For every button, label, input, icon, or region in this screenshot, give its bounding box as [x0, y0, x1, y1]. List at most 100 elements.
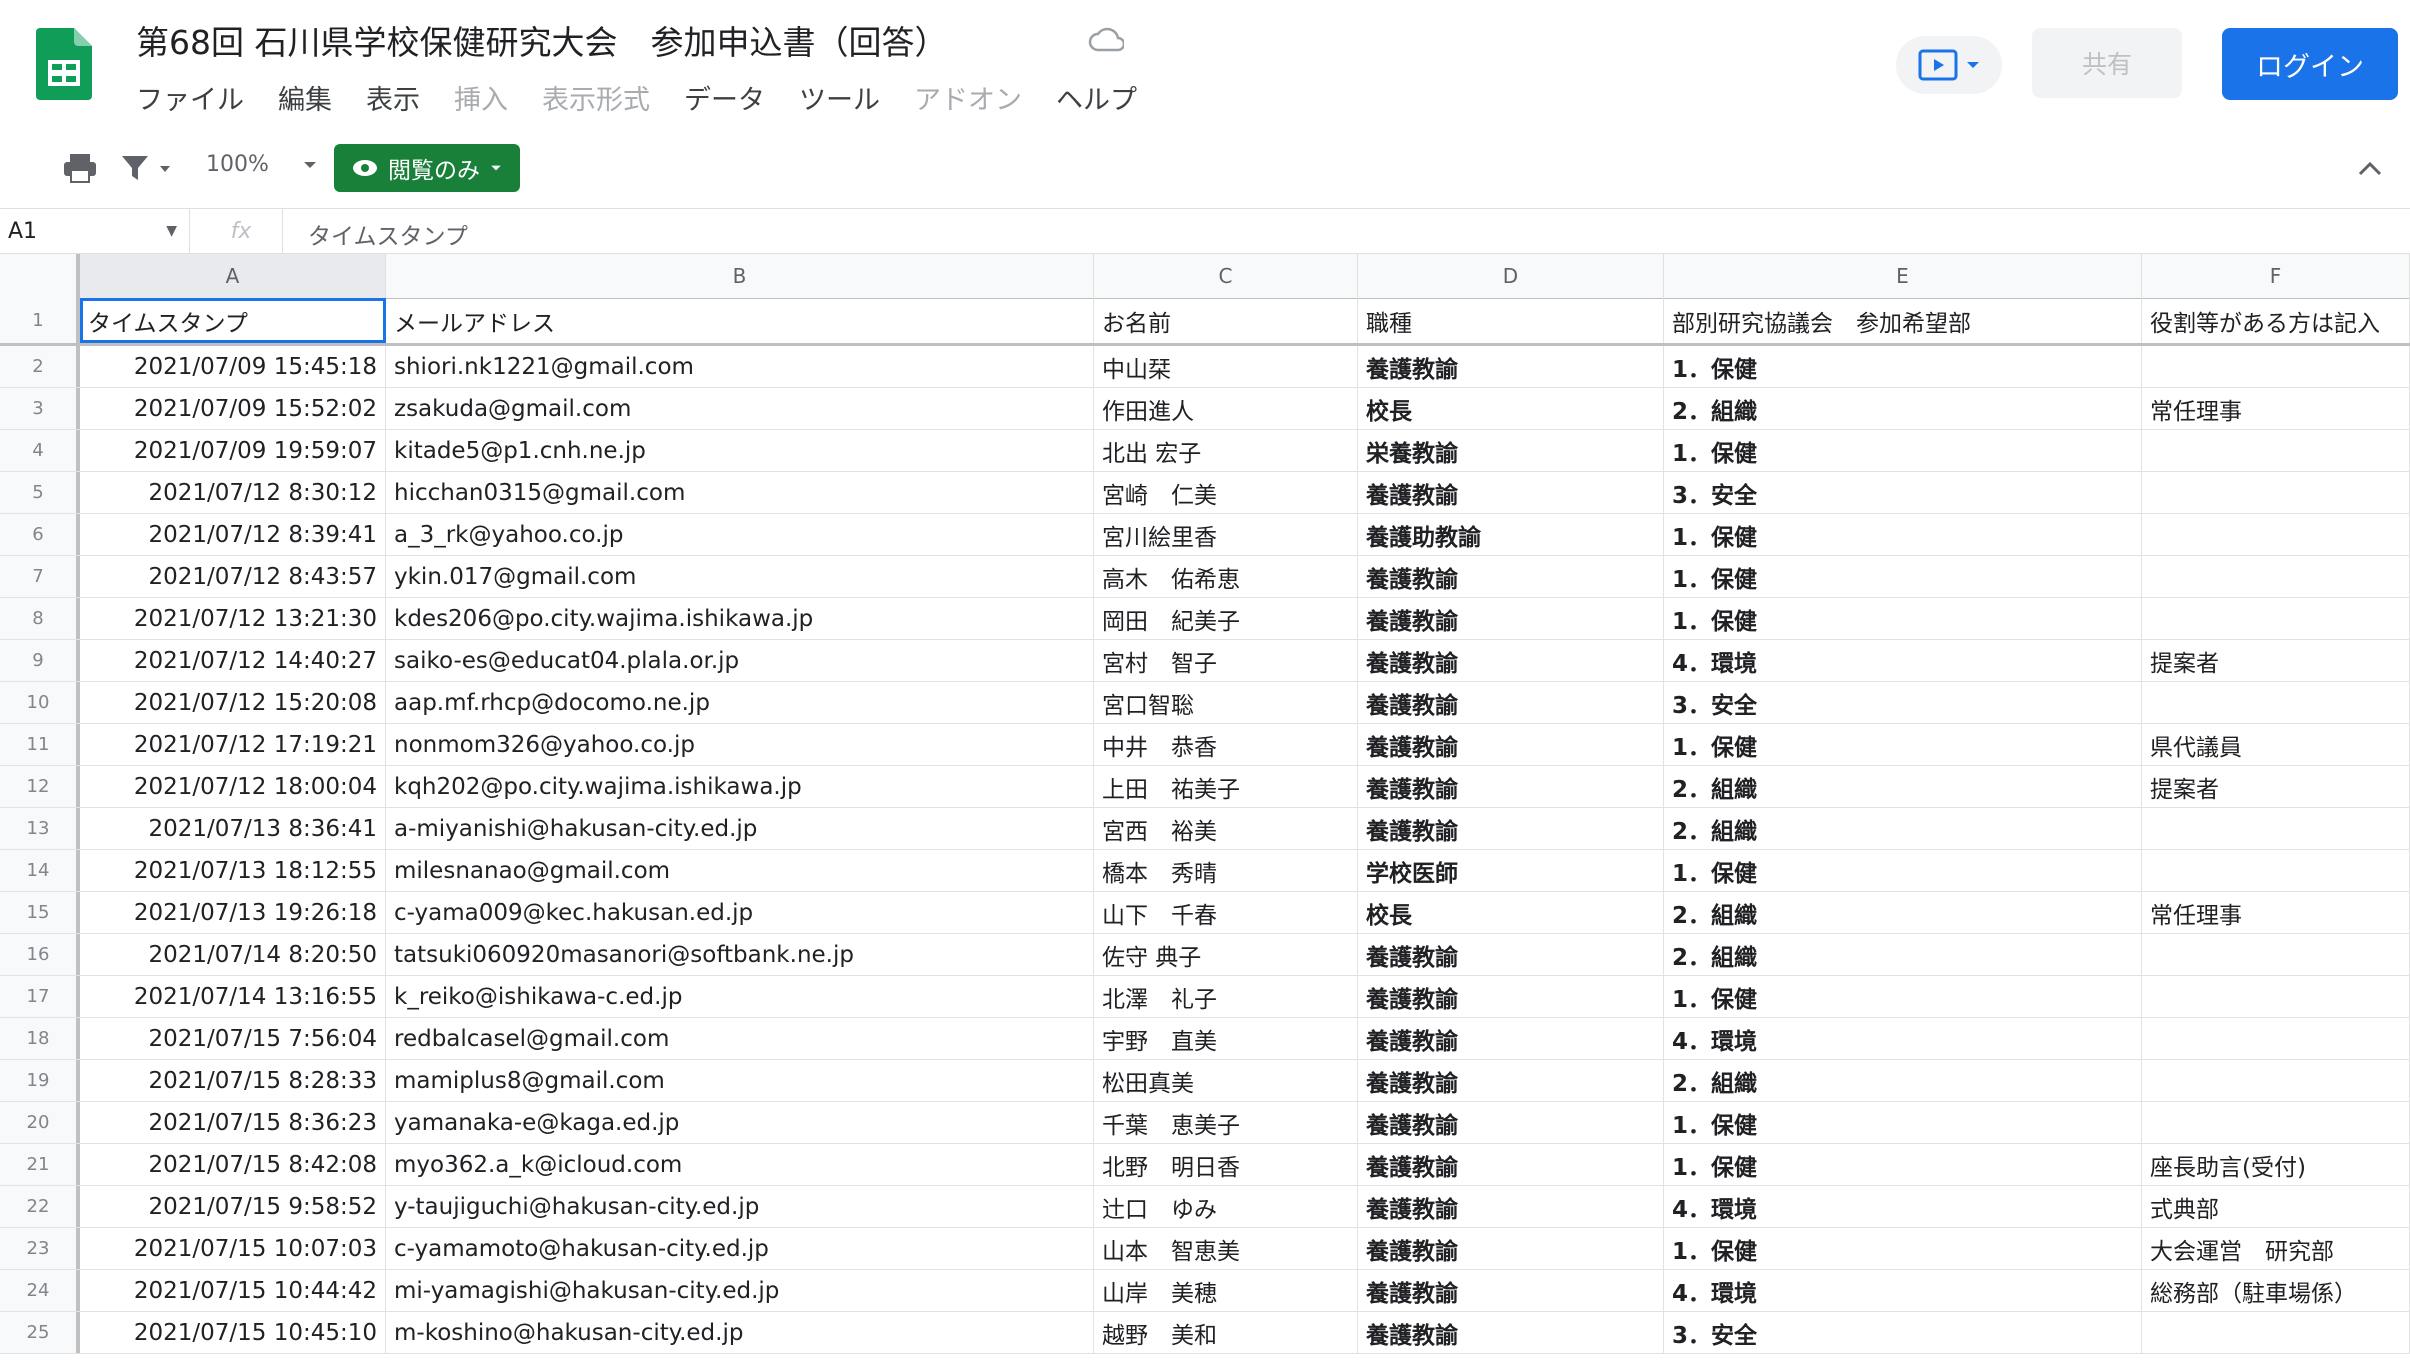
cell-division[interactable]: 1．保健	[1664, 724, 2142, 765]
cell-role[interactable]	[2142, 976, 2410, 1017]
row-number[interactable]: 20	[0, 1102, 80, 1143]
cell-email[interactable]: a-miyanishi@hakusan-city.ed.jp	[386, 808, 1094, 849]
cell-role[interactable]	[2142, 598, 2410, 639]
document-title[interactable]: 第68回 石川県学校保健研究大会 参加申込書（回答）	[136, 16, 947, 64]
cell-division[interactable]: 1．保健	[1664, 346, 2142, 387]
cell-timestamp[interactable]: 2021/07/09 15:45:18	[80, 346, 386, 387]
cell-role[interactable]	[2142, 1102, 2410, 1143]
cell-role[interactable]	[2142, 514, 2410, 555]
column-header-b[interactable]: B	[386, 254, 1094, 298]
menu-file[interactable]: ファイル	[136, 78, 244, 117]
column-header-d[interactable]: D	[1358, 254, 1664, 298]
cell-email[interactable]: yamanaka-e@kaga.ed.jp	[386, 1102, 1094, 1143]
header-cell-role[interactable]: 役割等がある方は記入	[2142, 298, 2410, 343]
formula-input[interactable]: タイムスタンプ	[308, 217, 468, 251]
cell-timestamp[interactable]: 2021/07/13 8:36:41	[80, 808, 386, 849]
cell-name[interactable]: 中井 恭香	[1094, 724, 1358, 765]
cell-role[interactable]	[2142, 682, 2410, 723]
cell-timestamp[interactable]: 2021/07/12 13:21:30	[80, 598, 386, 639]
cell-timestamp[interactable]: 2021/07/14 8:20:50	[80, 934, 386, 975]
cell-timestamp[interactable]: 2021/07/09 19:59:07	[80, 430, 386, 471]
cell-role[interactable]	[2142, 1312, 2410, 1353]
cell-role[interactable]: 式典部	[2142, 1186, 2410, 1227]
cell-role[interactable]	[2142, 556, 2410, 597]
row-number[interactable]: 9	[0, 640, 80, 681]
login-button[interactable]: ログイン	[2222, 28, 2398, 100]
name-box[interactable]: A1 ▼	[0, 209, 190, 253]
cell-job[interactable]: 養護教諭	[1358, 640, 1664, 681]
cell-name[interactable]: 宇野 直美	[1094, 1018, 1358, 1059]
cell-job[interactable]: 養護教諭	[1358, 1144, 1664, 1185]
cell-role[interactable]: 大会運営 研究部	[2142, 1228, 2410, 1269]
cell-job[interactable]: 養護教諭	[1358, 1270, 1664, 1311]
row-number[interactable]: 17	[0, 976, 80, 1017]
cell-name[interactable]: 北野 明日香	[1094, 1144, 1358, 1185]
cell-job[interactable]: 養護教諭	[1358, 1102, 1664, 1143]
cell-division[interactable]: 1．保健	[1664, 850, 2142, 891]
cell-division[interactable]: 4．環境	[1664, 640, 2142, 681]
cell-email[interactable]: saiko-es@educat04.plala.or.jp	[386, 640, 1094, 681]
cell-division[interactable]: 2．組織	[1664, 388, 2142, 429]
cell-job[interactable]: 養護教諭	[1358, 976, 1664, 1017]
column-header-f[interactable]: F	[2142, 254, 2410, 298]
cell-division[interactable]: 2．組織	[1664, 934, 2142, 975]
row-number[interactable]: 24	[0, 1270, 80, 1311]
cell-email[interactable]: kitade5@p1.cnh.ne.jp	[386, 430, 1094, 471]
cell-email[interactable]: kdes206@po.city.wajima.ishikawa.jp	[386, 598, 1094, 639]
cell-name[interactable]: 松田真美	[1094, 1060, 1358, 1101]
cell-division[interactable]: 1．保健	[1664, 1228, 2142, 1269]
cell-email[interactable]: k_reiko@ishikawa-c.ed.jp	[386, 976, 1094, 1017]
cell-division[interactable]: 1．保健	[1664, 556, 2142, 597]
cell-name[interactable]: 中山栞	[1094, 346, 1358, 387]
menu-addons[interactable]: アドオン	[914, 78, 1022, 117]
cell-timestamp[interactable]: 2021/07/12 8:43:57	[80, 556, 386, 597]
cell-division[interactable]: 2．組織	[1664, 808, 2142, 849]
row-number[interactable]: 18	[0, 1018, 80, 1059]
cell-name[interactable]: 高木 佑希恵	[1094, 556, 1358, 597]
row-number[interactable]: 7	[0, 556, 80, 597]
cell-email[interactable]: m-koshino@hakusan-city.ed.jp	[386, 1312, 1094, 1353]
header-cell-email[interactable]: メールアドレス	[386, 298, 1094, 343]
cell-name[interactable]: 越野 美和	[1094, 1312, 1358, 1353]
cell-timestamp[interactable]: 2021/07/12 18:00:04	[80, 766, 386, 807]
cell-email[interactable]: myo362.a_k@icloud.com	[386, 1144, 1094, 1185]
cell-job[interactable]: 養護教諭	[1358, 934, 1664, 975]
header-cell-name[interactable]: お名前	[1094, 298, 1358, 343]
cell-email[interactable]: y-taujiguchi@hakusan-city.ed.jp	[386, 1186, 1094, 1227]
cell-job[interactable]: 養護教諭	[1358, 808, 1664, 849]
cell-email[interactable]: tatsuki060920masanori@softbank.ne.jp	[386, 934, 1094, 975]
row-number[interactable]: 21	[0, 1144, 80, 1185]
cell-division[interactable]: 4．環境	[1664, 1270, 2142, 1311]
cell-name[interactable]: 宮川絵里香	[1094, 514, 1358, 555]
cell-role[interactable]	[2142, 346, 2410, 387]
row-number[interactable]: 23	[0, 1228, 80, 1269]
cell-timestamp[interactable]: 2021/07/15 10:45:10	[80, 1312, 386, 1353]
print-icon[interactable]	[62, 152, 98, 184]
cell-name[interactable]: 千葉 恵美子	[1094, 1102, 1358, 1143]
cell-email[interactable]: aap.mf.rhcp@docomo.ne.jp	[386, 682, 1094, 723]
cell-division[interactable]: 1．保健	[1664, 976, 2142, 1017]
view-only-button[interactable]: 閲覧のみ	[334, 144, 520, 192]
cell-timestamp[interactable]: 2021/07/15 9:58:52	[80, 1186, 386, 1227]
cell-job[interactable]: 養護教諭	[1358, 1228, 1664, 1269]
cell-timestamp[interactable]: 2021/07/14 13:16:55	[80, 976, 386, 1017]
cell-job[interactable]: 養護教諭	[1358, 1060, 1664, 1101]
row-number[interactable]: 5	[0, 472, 80, 513]
row-number[interactable]: 15	[0, 892, 80, 933]
cell-role[interactable]: 県代議員	[2142, 724, 2410, 765]
row-number[interactable]: 8	[0, 598, 80, 639]
cell-timestamp[interactable]: 2021/07/09 15:52:02	[80, 388, 386, 429]
cell-division[interactable]: 1．保健	[1664, 598, 2142, 639]
cell-job[interactable]: 栄養教諭	[1358, 430, 1664, 471]
menu-format[interactable]: 表示形式	[542, 78, 650, 117]
select-all-corner[interactable]	[0, 254, 80, 298]
cell-email[interactable]: hicchan0315@gmail.com	[386, 472, 1094, 513]
row-number[interactable]: 19	[0, 1060, 80, 1101]
cell-timestamp[interactable]: 2021/07/13 18:12:55	[80, 850, 386, 891]
column-header-c[interactable]: C	[1094, 254, 1358, 298]
row-number[interactable]: 25	[0, 1312, 80, 1353]
cell-timestamp[interactable]: 2021/07/12 8:30:12	[80, 472, 386, 513]
sheets-logo-icon[interactable]	[36, 28, 92, 100]
cell-role[interactable]	[2142, 808, 2410, 849]
column-header-e[interactable]: E	[1664, 254, 2142, 298]
